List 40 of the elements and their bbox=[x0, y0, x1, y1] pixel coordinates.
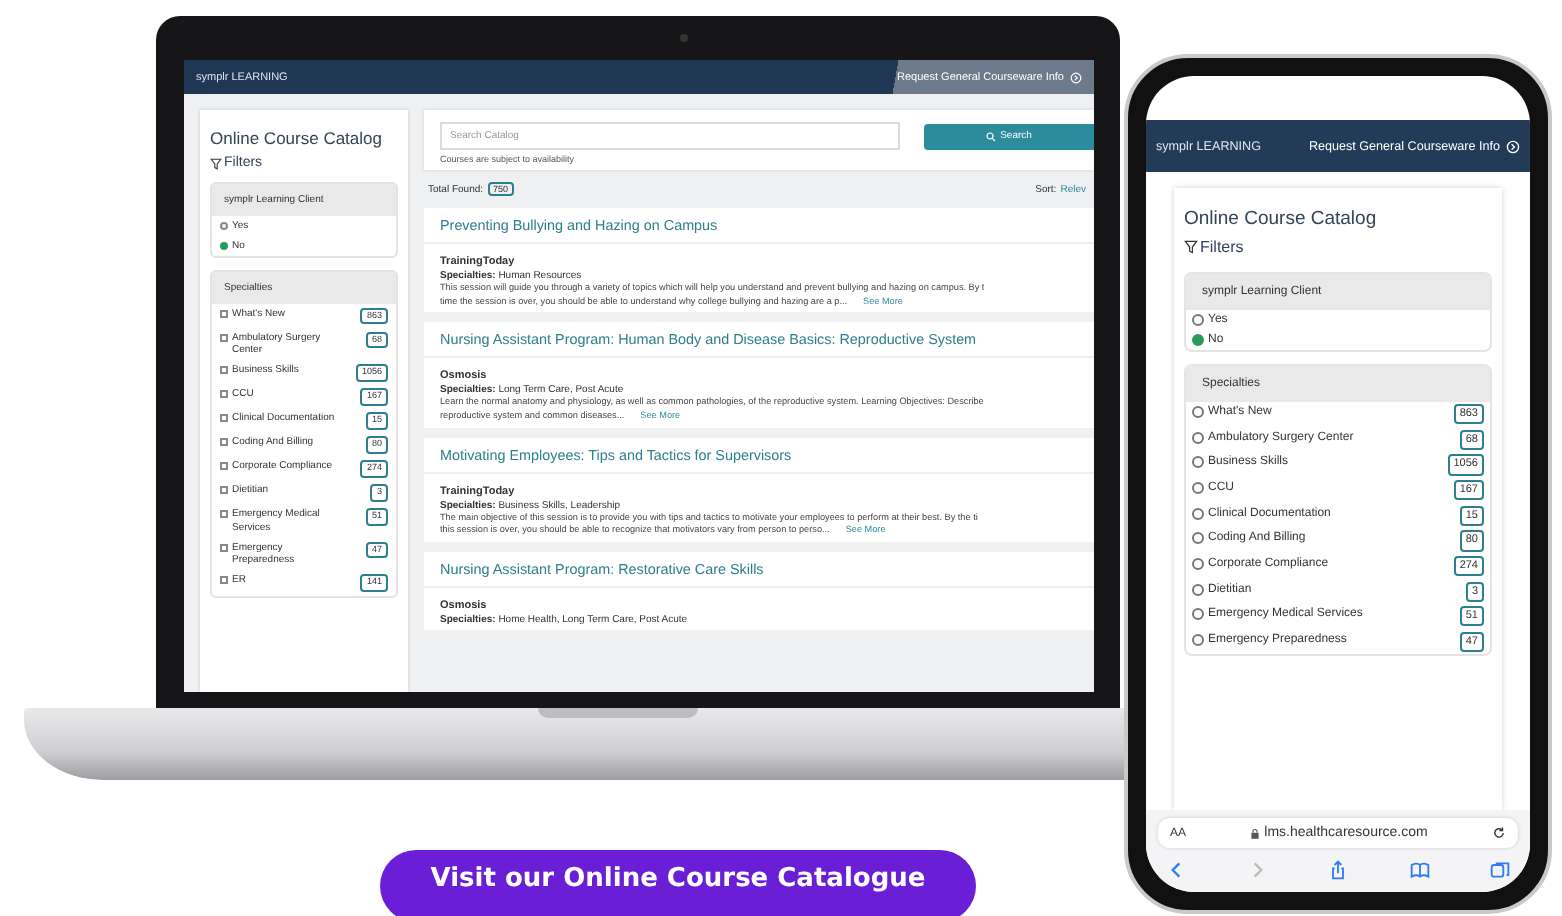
checkbox[interactable] bbox=[1192, 608, 1204, 621]
checkbox[interactable] bbox=[220, 543, 228, 552]
checkbox[interactable] bbox=[1192, 482, 1204, 495]
checkbox[interactable] bbox=[220, 576, 228, 585]
lock-icon bbox=[1250, 827, 1261, 839]
share-icon[interactable] bbox=[1328, 860, 1348, 880]
catalog-title: Online Course Catalog bbox=[1184, 208, 1379, 230]
funnel-icon bbox=[1184, 240, 1198, 254]
checkbox[interactable] bbox=[1192, 583, 1204, 596]
checkbox[interactable] bbox=[1192, 431, 1204, 444]
arrow-circle-icon bbox=[1070, 71, 1082, 83]
checkbox[interactable] bbox=[1192, 507, 1204, 520]
checkbox[interactable] bbox=[220, 390, 228, 399]
search-icon bbox=[986, 131, 997, 141]
checkbox[interactable] bbox=[1192, 633, 1204, 646]
checkbox[interactable] bbox=[1192, 406, 1204, 419]
checkbox[interactable] bbox=[220, 309, 228, 318]
radio-button[interactable] bbox=[1192, 334, 1204, 346]
checkbox[interactable] bbox=[220, 414, 228, 423]
radio-button[interactable] bbox=[220, 222, 228, 230]
checkbox[interactable] bbox=[1192, 532, 1204, 545]
checkbox[interactable] bbox=[1192, 456, 1204, 469]
catalog-title: Online Course Catalog bbox=[210, 128, 384, 148]
tabs-icon[interactable] bbox=[1490, 860, 1510, 880]
checkbox[interactable] bbox=[220, 485, 228, 494]
checkbox[interactable] bbox=[220, 438, 228, 447]
radio-button[interactable] bbox=[220, 242, 228, 250]
checkbox[interactable] bbox=[220, 509, 228, 518]
arrow-circle-icon bbox=[1506, 139, 1520, 153]
catalogue-button[interactable]: Visit our Online Course Catalogue bbox=[380, 850, 976, 916]
back-icon[interactable] bbox=[1166, 860, 1186, 880]
book-icon[interactable] bbox=[1409, 860, 1429, 880]
checkbox[interactable] bbox=[220, 366, 228, 375]
checkbox[interactable] bbox=[220, 333, 228, 342]
reload-icon[interactable] bbox=[1492, 826, 1506, 840]
funnel-icon bbox=[210, 157, 222, 169]
filters-heading: Filters bbox=[1200, 238, 1244, 256]
checkbox[interactable] bbox=[1192, 557, 1204, 570]
radio-button[interactable] bbox=[1192, 314, 1204, 326]
checkbox[interactable] bbox=[220, 461, 228, 470]
